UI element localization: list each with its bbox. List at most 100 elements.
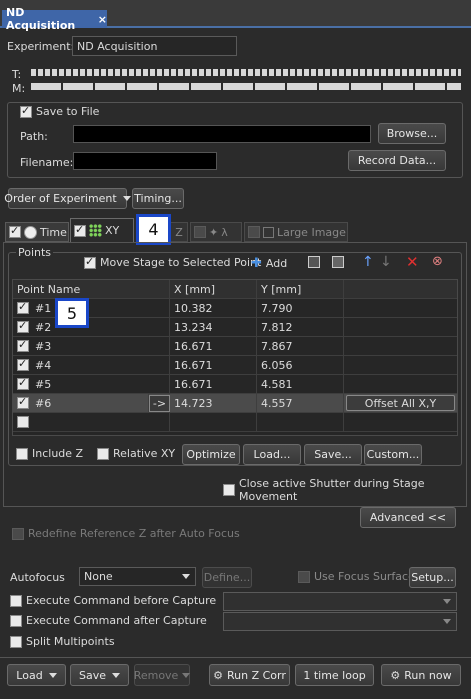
save-to-file-checkbox[interactable]: Save to File: [20, 104, 99, 118]
table-row[interactable]: #3 16.671 7.867: [13, 337, 457, 356]
wavelength-icon: ✦: [209, 225, 219, 239]
use-focus-surface-box[interactable]: [298, 570, 310, 583]
close-shutter-box[interactable]: [223, 484, 235, 496]
close-icon[interactable]: ×: [98, 13, 107, 26]
exec-before-select[interactable]: [223, 592, 457, 611]
tab-xy[interactable]: XY: [70, 218, 134, 242]
move-down-icon[interactable]: ↓: [380, 254, 392, 270]
run-z-label: Run Z Corr: [226, 668, 286, 682]
relative-xy-box[interactable]: [97, 447, 109, 460]
table-row-selected[interactable]: #6 -> 14.723 4.557 Offset All X,Y: [13, 394, 457, 413]
goto-point-button[interactable]: ->: [149, 394, 170, 412]
relative-xy-checkbox[interactable]: Relative XY: [97, 447, 175, 460]
table-row-empty[interactable]: [13, 413, 457, 432]
annotation-badge-4: 4: [136, 214, 171, 245]
tab-lambda-label: λ: [221, 225, 228, 239]
table-row[interactable]: #4 16.671 6.056: [13, 356, 457, 375]
load-points-button[interactable]: Load...: [243, 444, 301, 465]
exec-before-checkbox[interactable]: Execute Command before Capture: [10, 594, 216, 607]
point-name: #4: [35, 358, 52, 372]
exec-before-label: Execute Command before Capture: [26, 594, 217, 607]
experiment-name-value: ND Acquisition: [77, 39, 158, 53]
remove-button[interactable]: Remove: [134, 664, 191, 686]
advanced-button[interactable]: Advanced <<: [360, 507, 456, 528]
include-z-checkbox[interactable]: Include Z: [16, 447, 83, 460]
autofocus-select[interactable]: None: [79, 567, 196, 586]
exec-after-select[interactable]: [223, 612, 457, 631]
header-x: X [mm]: [170, 280, 257, 298]
redefine-z-box[interactable]: [12, 527, 24, 540]
lambda-checkbox[interactable]: [194, 226, 206, 238]
time-checkbox[interactable]: [9, 224, 21, 238]
define-button[interactable]: Define...: [202, 567, 252, 588]
row-checkbox[interactable]: [17, 338, 29, 352]
clock-icon: [24, 225, 37, 239]
move-stage-box[interactable]: [84, 255, 96, 269]
run-now-button[interactable]: ⚙ Run now: [381, 664, 461, 686]
chevron-down-icon: [182, 672, 191, 678]
close-shutter-checkbox[interactable]: Close active Shutter during Stage Moveme…: [223, 477, 471, 503]
table-row[interactable]: #5 16.671 4.581: [13, 375, 457, 394]
exec-before-box[interactable]: [10, 594, 22, 607]
exec-after-box[interactable]: [10, 614, 22, 627]
delete-all-icon[interactable]: ⊗: [432, 254, 443, 269]
tab-lambda[interactable]: ✦ λ: [190, 222, 242, 242]
tab-large-image[interactable]: Large Image: [244, 222, 348, 242]
save-points-button[interactable]: Save...: [304, 444, 362, 465]
path-field[interactable]: [73, 125, 371, 143]
close-shutter-label: Close active Shutter during Stage Moveme…: [239, 477, 425, 503]
run-z-corr-button[interactable]: ⚙ Run Z Corr: [209, 664, 290, 686]
include-z-box[interactable]: [16, 447, 28, 460]
point-y: 6.056: [257, 356, 344, 374]
save-checkbox-box[interactable]: [20, 104, 32, 118]
add-label: Add: [265, 257, 288, 270]
exec-after-checkbox[interactable]: Execute Command after Capture: [10, 614, 207, 627]
setup-button[interactable]: Setup...: [409, 567, 456, 588]
copy-icon[interactable]: [308, 256, 320, 268]
move-stage-checkbox[interactable]: Move Stage to Selected Point: [84, 255, 261, 269]
header-extra: [344, 280, 457, 298]
loop-button[interactable]: 1 time loop: [295, 664, 374, 686]
chevron-down-icon: [443, 619, 451, 624]
row-checkbox[interactable]: [17, 416, 29, 428]
point-name: #6: [35, 396, 52, 410]
row-checkbox[interactable]: [17, 357, 29, 371]
row-checkbox[interactable]: [17, 395, 29, 409]
use-focus-surface-checkbox[interactable]: Use Focus Surface: [298, 570, 415, 583]
move-up-icon[interactable]: ↑: [362, 254, 374, 270]
delete-icon[interactable]: ✕: [406, 253, 419, 271]
split-multipoints-box[interactable]: [10, 635, 22, 648]
xy-checkbox[interactable]: [74, 223, 86, 237]
split-multipoints-checkbox[interactable]: Split Multipoints: [10, 635, 115, 648]
order-of-experiment-dropdown[interactable]: Order of Experiment: [4, 188, 131, 209]
redefine-z-checkbox[interactable]: Redefine Reference Z after Auto Focus: [12, 527, 240, 540]
save-button[interactable]: Save: [70, 664, 129, 686]
timing-button[interactable]: Timing...: [132, 188, 184, 209]
path-label: Path:: [20, 130, 48, 143]
run-z-icon: ⚙: [213, 668, 223, 682]
large-image-checkbox[interactable]: [248, 226, 260, 238]
paste-icon[interactable]: [332, 256, 344, 268]
xy-grid-icon: [89, 224, 102, 237]
t-label: T:: [12, 68, 22, 81]
row-checkbox[interactable]: [17, 319, 29, 333]
relative-xy-label: Relative XY: [113, 447, 176, 460]
filename-field[interactable]: [73, 152, 217, 170]
window-tab[interactable]: ND Acquisition ×: [2, 6, 107, 32]
tab-time[interactable]: Time: [5, 222, 69, 242]
offset-all-button[interactable]: Offset All X,Y: [346, 395, 455, 411]
experiment-name-field[interactable]: ND Acquisition: [72, 36, 237, 56]
tab-large-image-label: Large Image: [277, 225, 346, 239]
row-checkbox[interactable]: [17, 300, 29, 314]
custom-button[interactable]: Custom...: [364, 444, 422, 465]
tab-time-label: Time: [40, 225, 67, 239]
save-label: Save: [78, 668, 106, 682]
record-data-button[interactable]: Record Data...: [348, 150, 446, 171]
tab-z[interactable]: Z: [170, 222, 188, 242]
autofocus-value: None: [84, 570, 113, 583]
optimize-button[interactable]: Optimize: [182, 444, 240, 465]
add-point-button[interactable]: ✚ Add: [251, 256, 287, 271]
browse-button[interactable]: Browse...: [378, 123, 446, 144]
row-checkbox[interactable]: [17, 376, 29, 390]
load-button[interactable]: Load: [7, 664, 66, 686]
